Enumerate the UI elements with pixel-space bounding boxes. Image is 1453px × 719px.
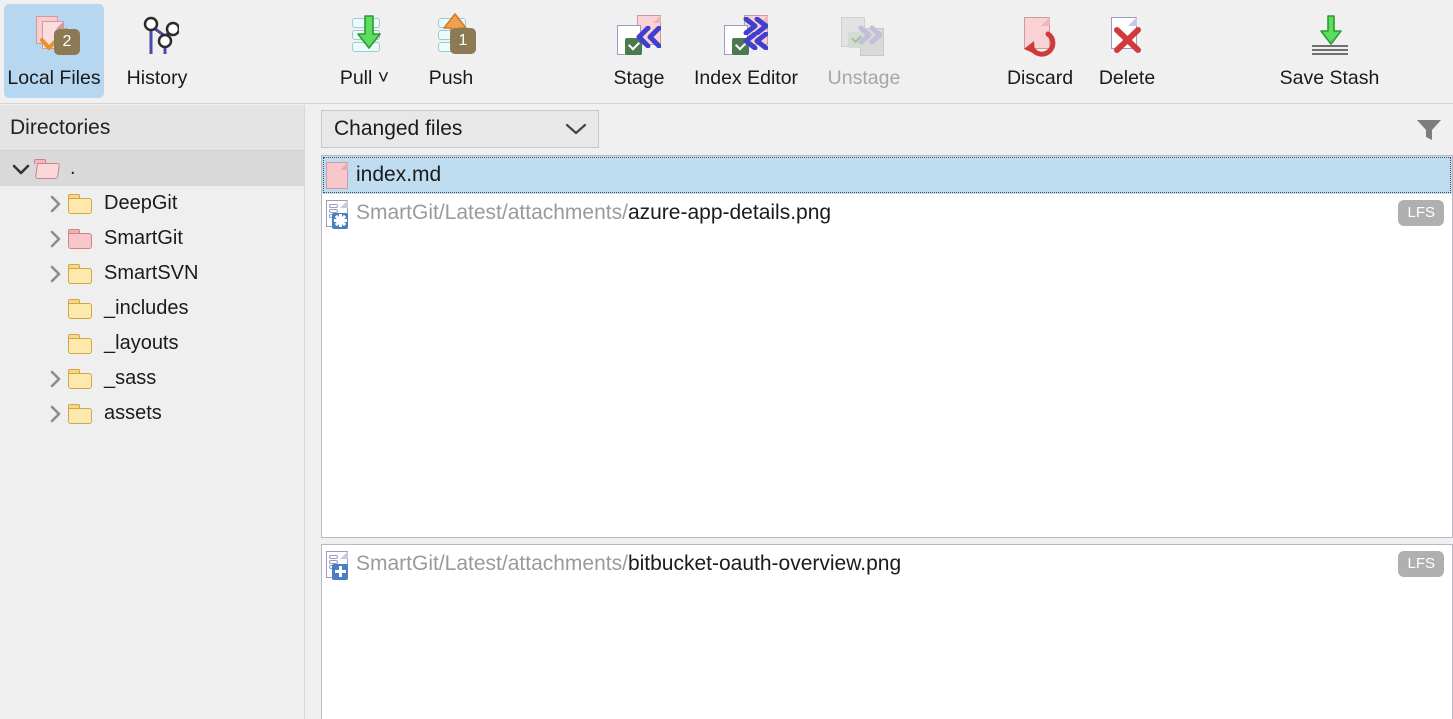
tree-item-label: assets bbox=[104, 402, 162, 424]
push-badge: 1 bbox=[450, 28, 476, 54]
file-directory: SmartGit/Latest/attachments/ bbox=[356, 201, 628, 224]
tree-item-deepgit[interactable]: DeepGit bbox=[0, 186, 310, 221]
toolbar-button-index-editor[interactable]: Index Editor bbox=[678, 4, 814, 98]
toolbar-button-local-files[interactable]: 2 Local Files bbox=[4, 4, 104, 98]
tree-item-layouts[interactable]: _layouts bbox=[0, 326, 310, 361]
files-pane: Changed files index.md SmartGit/Latest/a… bbox=[311, 105, 1453, 719]
toolbar-button-label: Pull ˅ bbox=[339, 67, 390, 89]
chevron-right-icon[interactable] bbox=[42, 405, 68, 423]
file-row[interactable]: SmartGit/Latest/attachments/azure-app-de… bbox=[322, 194, 1452, 232]
folder-icon bbox=[68, 333, 94, 354]
chevron-right-icon[interactable] bbox=[42, 370, 68, 388]
tree-item-label: SmartGit bbox=[104, 227, 183, 249]
smartgit-window: 2 Local Files History Pull ˅ 1 Push Stag… bbox=[0, 0, 1453, 719]
directories-title: Directories bbox=[10, 115, 111, 139]
folder-icon bbox=[68, 368, 94, 389]
binary-file-icon bbox=[326, 199, 348, 229]
toolbar-button-label: Delete bbox=[1098, 67, 1156, 89]
tree-item-smartgit[interactable]: SmartGit bbox=[0, 221, 310, 256]
added-file-icon bbox=[326, 550, 348, 580]
changed-files-dropdown[interactable]: Changed files bbox=[321, 110, 599, 148]
folder-icon bbox=[68, 403, 94, 424]
file-name: index.md bbox=[356, 163, 441, 187]
toolbar-button-discard[interactable]: Discard bbox=[996, 4, 1084, 98]
toolbar-button-save-stash[interactable]: Save Stash bbox=[1272, 4, 1387, 98]
toolbar-button-label: Push bbox=[428, 67, 474, 89]
modified-file-icon bbox=[326, 161, 348, 189]
toolbar-button-label: Save Stash bbox=[1279, 67, 1380, 89]
folder-icon bbox=[68, 193, 94, 214]
unstage-icon bbox=[838, 12, 890, 60]
filter-bar: Changed files bbox=[311, 105, 1453, 152]
tree-item-label: SmartSVN bbox=[104, 262, 199, 284]
folder-icon bbox=[68, 228, 94, 249]
file-basename: azure-app-details.png bbox=[627, 201, 832, 224]
chevron-down-icon[interactable] bbox=[8, 163, 34, 175]
chevron-right-icon[interactable] bbox=[42, 195, 68, 213]
tree-item-smartsvn[interactable]: SmartSVN bbox=[0, 256, 310, 291]
push-up-arrow-icon: 1 bbox=[425, 12, 477, 60]
save-stash-icon bbox=[1304, 12, 1356, 60]
delete-x-icon bbox=[1101, 12, 1153, 60]
pull-down-arrow-icon bbox=[339, 12, 391, 60]
toolbar-button-label: Stage bbox=[613, 67, 665, 89]
filter-funnel-icon[interactable] bbox=[1413, 117, 1445, 143]
tree-item-label: _includes bbox=[104, 297, 189, 319]
main-toolbar: 2 Local Files History Pull ˅ 1 Push Stag… bbox=[0, 0, 1453, 104]
tree-item-label: DeepGit bbox=[104, 192, 178, 214]
staged-files-list[interactable]: SmartGit/Latest/attachments/bitbucket-oa… bbox=[321, 544, 1453, 719]
file-row[interactable]: index.md bbox=[322, 156, 1452, 194]
history-graph-icon bbox=[131, 12, 183, 60]
stage-icon bbox=[613, 12, 665, 60]
tree-item-label: . bbox=[70, 157, 76, 179]
tree-item-root[interactable]: . bbox=[0, 151, 310, 186]
toolbar-button-label: Index Editor bbox=[693, 67, 799, 89]
chevron-right-icon[interactable] bbox=[42, 265, 68, 283]
tree-item-includes[interactable]: _includes bbox=[0, 291, 310, 326]
file-row[interactable]: SmartGit/Latest/attachments/bitbucket-oa… bbox=[322, 545, 1452, 583]
directories-header: Directories bbox=[0, 105, 310, 151]
file-basename: bitbucket-oauth-overview.png bbox=[627, 552, 902, 575]
toolbar-button-push[interactable]: 1 Push bbox=[402, 4, 500, 98]
tree-item-label: _sass bbox=[104, 367, 157, 389]
file-basename: index.md bbox=[356, 163, 442, 186]
folder-icon bbox=[68, 298, 94, 319]
local-files-icon: 2 bbox=[28, 12, 80, 60]
toolbar-button-delete[interactable]: Delete bbox=[1084, 4, 1170, 98]
file-name: SmartGit/Latest/attachments/azure-app-de… bbox=[356, 201, 831, 225]
toolbar-button-label: Local Files bbox=[7, 67, 101, 89]
tree-item-sass[interactable]: _sass bbox=[0, 361, 310, 396]
file-name: SmartGit/Latest/attachments/bitbucket-oa… bbox=[356, 552, 901, 576]
index-editor-icon bbox=[720, 12, 772, 60]
changed-files-list[interactable]: index.md SmartGit/Latest/attachments/azu… bbox=[321, 155, 1453, 538]
lfs-badge: LFS bbox=[1398, 551, 1444, 577]
folder-icon bbox=[34, 158, 61, 179]
chevron-right-icon[interactable] bbox=[42, 230, 68, 248]
discard-undo-icon bbox=[1014, 12, 1066, 60]
local-files-badge: 2 bbox=[54, 29, 80, 55]
directories-sidebar: Directories . DeepGit SmartGit SmartSVN … bbox=[0, 105, 310, 719]
toolbar-button-label: Discard bbox=[1006, 67, 1074, 89]
dropdown-value: Changed files bbox=[334, 117, 463, 140]
toolbar-button-stage[interactable]: Stage bbox=[598, 4, 680, 98]
toolbar-button-history[interactable]: History bbox=[110, 4, 204, 98]
folder-icon bbox=[68, 263, 94, 284]
toolbar-button-unstage[interactable]: Unstage bbox=[812, 4, 916, 98]
tree-item-assets[interactable]: assets bbox=[0, 396, 310, 431]
toolbar-button-label: Unstage bbox=[827, 67, 901, 89]
chevron-down-icon bbox=[554, 122, 598, 136]
tree-item-label: _layouts bbox=[104, 332, 179, 354]
lfs-badge: LFS bbox=[1398, 200, 1444, 226]
toolbar-button-label: History bbox=[126, 67, 188, 89]
file-directory: SmartGit/Latest/attachments/ bbox=[356, 552, 628, 575]
